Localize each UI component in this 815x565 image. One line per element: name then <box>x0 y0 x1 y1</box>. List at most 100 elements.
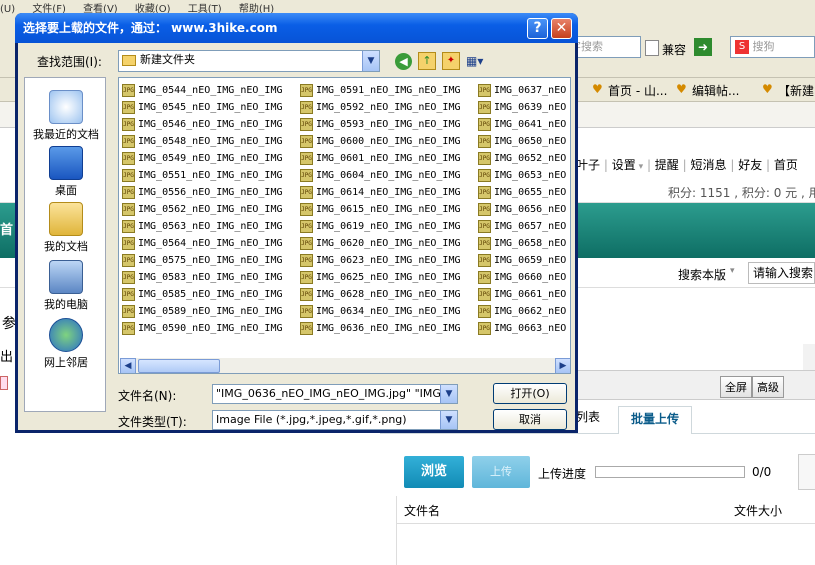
file-item[interactable]: JPG IMG_0583_nEO_IMG_nEO_IMG <box>122 269 296 286</box>
advanced-button[interactable]: 高级 <box>752 376 784 398</box>
file-item[interactable]: JPG IMG_0614_nEO_IMG_nEO_IMG <box>300 184 474 201</box>
compat-label[interactable]: 兼容 <box>662 41 686 58</box>
file-item[interactable]: JPG IMG_0615_nEO_IMG_nEO_IMG <box>300 201 474 218</box>
file-item[interactable]: JPG IMG_0652_nEO <box>478 150 570 167</box>
file-item[interactable]: JPG IMG_0564_nEO_IMG_nEO_IMG <box>122 235 296 252</box>
file-item[interactable]: JPG IMG_0655_nEO <box>478 184 570 201</box>
bookmark-item[interactable]: 【新建 <box>778 82 814 99</box>
tab-batch-upload[interactable]: 批量上传 <box>618 406 692 434</box>
file-item[interactable]: JPG IMG_0593_nEO_IMG_nEO_IMG <box>300 116 474 133</box>
file-item[interactable]: JPG IMG_0600_nEO_IMG_nEO_IMG <box>300 133 474 150</box>
file-item[interactable]: JPG IMG_0604_nEO_IMG_nEO_IMG <box>300 167 474 184</box>
forum-search-input[interactable]: 请输入搜索 <box>748 262 815 284</box>
file-item[interactable]: JPG IMG_0653_nEO <box>478 167 570 184</box>
up-folder-icon[interactable]: ↑ <box>418 52 436 70</box>
chevron-down-icon[interactable]: ▾ <box>730 266 735 276</box>
file-item[interactable]: JPG IMG_0556_nEO_IMG_nEO_IMG <box>122 184 296 201</box>
search-scope[interactable]: 搜索本版 <box>678 266 726 283</box>
close-button[interactable]: ✕ <box>551 18 572 39</box>
scroll-right-icon[interactable]: ▶ <box>555 358 570 373</box>
file-item[interactable]: JPG IMG_0657_nEO <box>478 218 570 235</box>
file-item[interactable]: JPG IMG_0544_nEO_IMG_nEO_IMG <box>122 82 296 99</box>
menu-item[interactable]: (U) <box>0 4 15 14</box>
lookin-select[interactable]: 新建文件夹 ▼ <box>118 50 380 72</box>
file-item[interactable]: JPG IMG_0663_nEO <box>478 320 570 337</box>
file-item[interactable]: JPG IMG_0660_nEO <box>478 269 570 286</box>
help-button[interactable]: ? <box>527 18 548 39</box>
panel-edge-button[interactable] <box>798 454 815 490</box>
scroll-left-icon[interactable]: ◀ <box>120 358 136 373</box>
file-item[interactable]: JPG IMG_0634_nEO_IMG_nEO_IMG <box>300 303 474 320</box>
file-item[interactable]: JPG IMG_0601_nEO_IMG_nEO_IMG <box>300 150 474 167</box>
sogou-placeholder: 搜狗 <box>752 40 775 53</box>
file-name: IMG_0658_nEO <box>494 238 567 249</box>
open-button[interactable]: 打开(O) <box>493 383 567 404</box>
file-name: IMG_0589_nEO_IMG_nEO_IMG <box>138 306 283 317</box>
file-item[interactable]: JPG IMG_0575_nEO_IMG_nEO_IMG <box>122 252 296 269</box>
bookmark-item[interactable]: 编辑帖... <box>692 82 739 99</box>
file-item[interactable]: JPG IMG_0628_nEO_IMG_nEO_IMG <box>300 286 474 303</box>
dialog-titlebar[interactable]: 选择要上载的文件，通过： www.3hike.com ? ✕ <box>15 13 578 43</box>
header-link-messages[interactable]: 短消息 <box>691 158 727 172</box>
browse-button[interactable]: 浏览 <box>404 456 464 488</box>
file-item[interactable]: JPG IMG_0551_nEO_IMG_nEO_IMG <box>122 167 296 184</box>
file-list[interactable]: JPG IMG_0544_nEO_IMG_nEO_IMG JPG IMG_0545_n… <box>118 77 571 374</box>
header-link-friends[interactable]: 好友 <box>738 158 762 172</box>
place-recent[interactable]: 我最近的文档 <box>25 90 107 142</box>
jpg-file-icon: JPG <box>122 117 135 131</box>
bookmark-item[interactable]: 首页 - 山... <box>608 82 667 99</box>
file-item[interactable]: JPG IMG_0548_nEO_IMG_nEO_IMG <box>122 133 296 150</box>
file-item[interactable]: JPG IMG_0549_nEO_IMG_nEO_IMG <box>122 150 296 167</box>
tab-list[interactable]: 列表 <box>576 408 600 425</box>
place-my-computer[interactable]: 我的电脑 <box>25 260 107 312</box>
file-item[interactable]: JPG IMG_0585_nEO_IMG_nEO_IMG <box>122 286 296 303</box>
header-link-settings[interactable]: 设置 <box>612 158 636 172</box>
left-text: 参 <box>2 316 16 332</box>
file-item[interactable]: JPG IMG_0620_nEO_IMG_nEO_IMG <box>300 235 474 252</box>
file-item[interactable]: JPG IMG_0650_nEO <box>478 133 570 150</box>
filetype-select[interactable]: Image File (*.jpg,*.jpeg,*.gif,*.png) ▼ <box>212 410 458 430</box>
header-link-remind[interactable]: 提醒 <box>655 158 679 172</box>
place-my-documents[interactable]: 我的文档 <box>25 202 107 254</box>
place-network[interactable]: 网上邻居 <box>25 318 107 370</box>
filename-input[interactable]: "IMG_0636_nEO_IMG_nEO_IMG.jpg" "IMG_05 ▼ <box>212 384 458 404</box>
chevron-down-icon[interactable]: ▼ <box>440 385 457 403</box>
file-item[interactable]: JPG IMG_0639_nEO <box>478 99 570 116</box>
file-item[interactable]: JPG IMG_0658_nEO <box>478 235 570 252</box>
file-item[interactable]: JPG IMG_0656_nEO <box>478 201 570 218</box>
header-link-user[interactable]: 叶子 <box>576 158 600 172</box>
file-item[interactable]: JPG IMG_0623_nEO_IMG_nEO_IMG <box>300 252 474 269</box>
cancel-button[interactable]: 取消 <box>493 409 567 430</box>
scroll-thumb[interactable] <box>138 359 220 373</box>
jpg-file-icon: JPG <box>300 321 313 335</box>
file-item[interactable]: JPG IMG_0662_nEO <box>478 303 570 320</box>
file-item[interactable]: JPG IMG_0641_nEO <box>478 116 570 133</box>
view-menu-icon[interactable]: ▦▾ <box>466 52 490 70</box>
sogou-search-input[interactable]: S 搜狗 <box>730 36 815 58</box>
file-item[interactable]: JPG IMG_0625_nEO_IMG_nEO_IMG <box>300 269 474 286</box>
file-item[interactable]: JPG IMG_0636_nEO_IMG_nEO_IMG <box>300 320 474 337</box>
nav-first-item[interactable]: 首 <box>0 219 13 238</box>
back-icon[interactable]: ◀ <box>395 53 412 70</box>
file-item[interactable]: JPG IMG_0591_nEO_IMG_nEO_IMG <box>300 82 474 99</box>
fullscreen-button[interactable]: 全屏 <box>720 376 752 398</box>
chevron-down-icon[interactable]: ▼ <box>362 51 379 71</box>
file-item[interactable]: JPG IMG_0592_nEO_IMG_nEO_IMG <box>300 99 474 116</box>
file-item[interactable]: JPG IMG_0562_nEO_IMG_nEO_IMG <box>122 201 296 218</box>
place-desktop[interactable]: 桌面 <box>25 146 107 198</box>
horizontal-scrollbar[interactable]: ◀ ▶ <box>120 358 570 373</box>
file-item[interactable]: JPG IMG_0659_nEO <box>478 252 570 269</box>
file-item[interactable]: JPG IMG_0545_nEO_IMG_nEO_IMG <box>122 99 296 116</box>
upload-button[interactable]: 上传 <box>472 456 530 488</box>
header-link-home[interactable]: 首页 <box>774 158 798 172</box>
chevron-down-icon[interactable]: ▼ <box>440 411 457 429</box>
file-item[interactable]: JPG IMG_0589_nEO_IMG_nEO_IMG <box>122 303 296 320</box>
file-item[interactable]: JPG IMG_0661_nEO <box>478 286 570 303</box>
go-arrow-icon[interactable]: ➜ <box>694 38 712 56</box>
file-item[interactable]: JPG IMG_0637_nEO <box>478 82 570 99</box>
file-item[interactable]: JPG IMG_0563_nEO_IMG_nEO_IMG <box>122 218 296 235</box>
new-folder-icon[interactable]: ✦ <box>442 52 460 70</box>
file-item[interactable]: JPG IMG_0619_nEO_IMG_nEO_IMG <box>300 218 474 235</box>
file-item[interactable]: JPG IMG_0590_nEO_IMG_nEO_IMG <box>122 320 296 337</box>
file-item[interactable]: JPG IMG_0546_nEO_IMG_nEO_IMG <box>122 116 296 133</box>
